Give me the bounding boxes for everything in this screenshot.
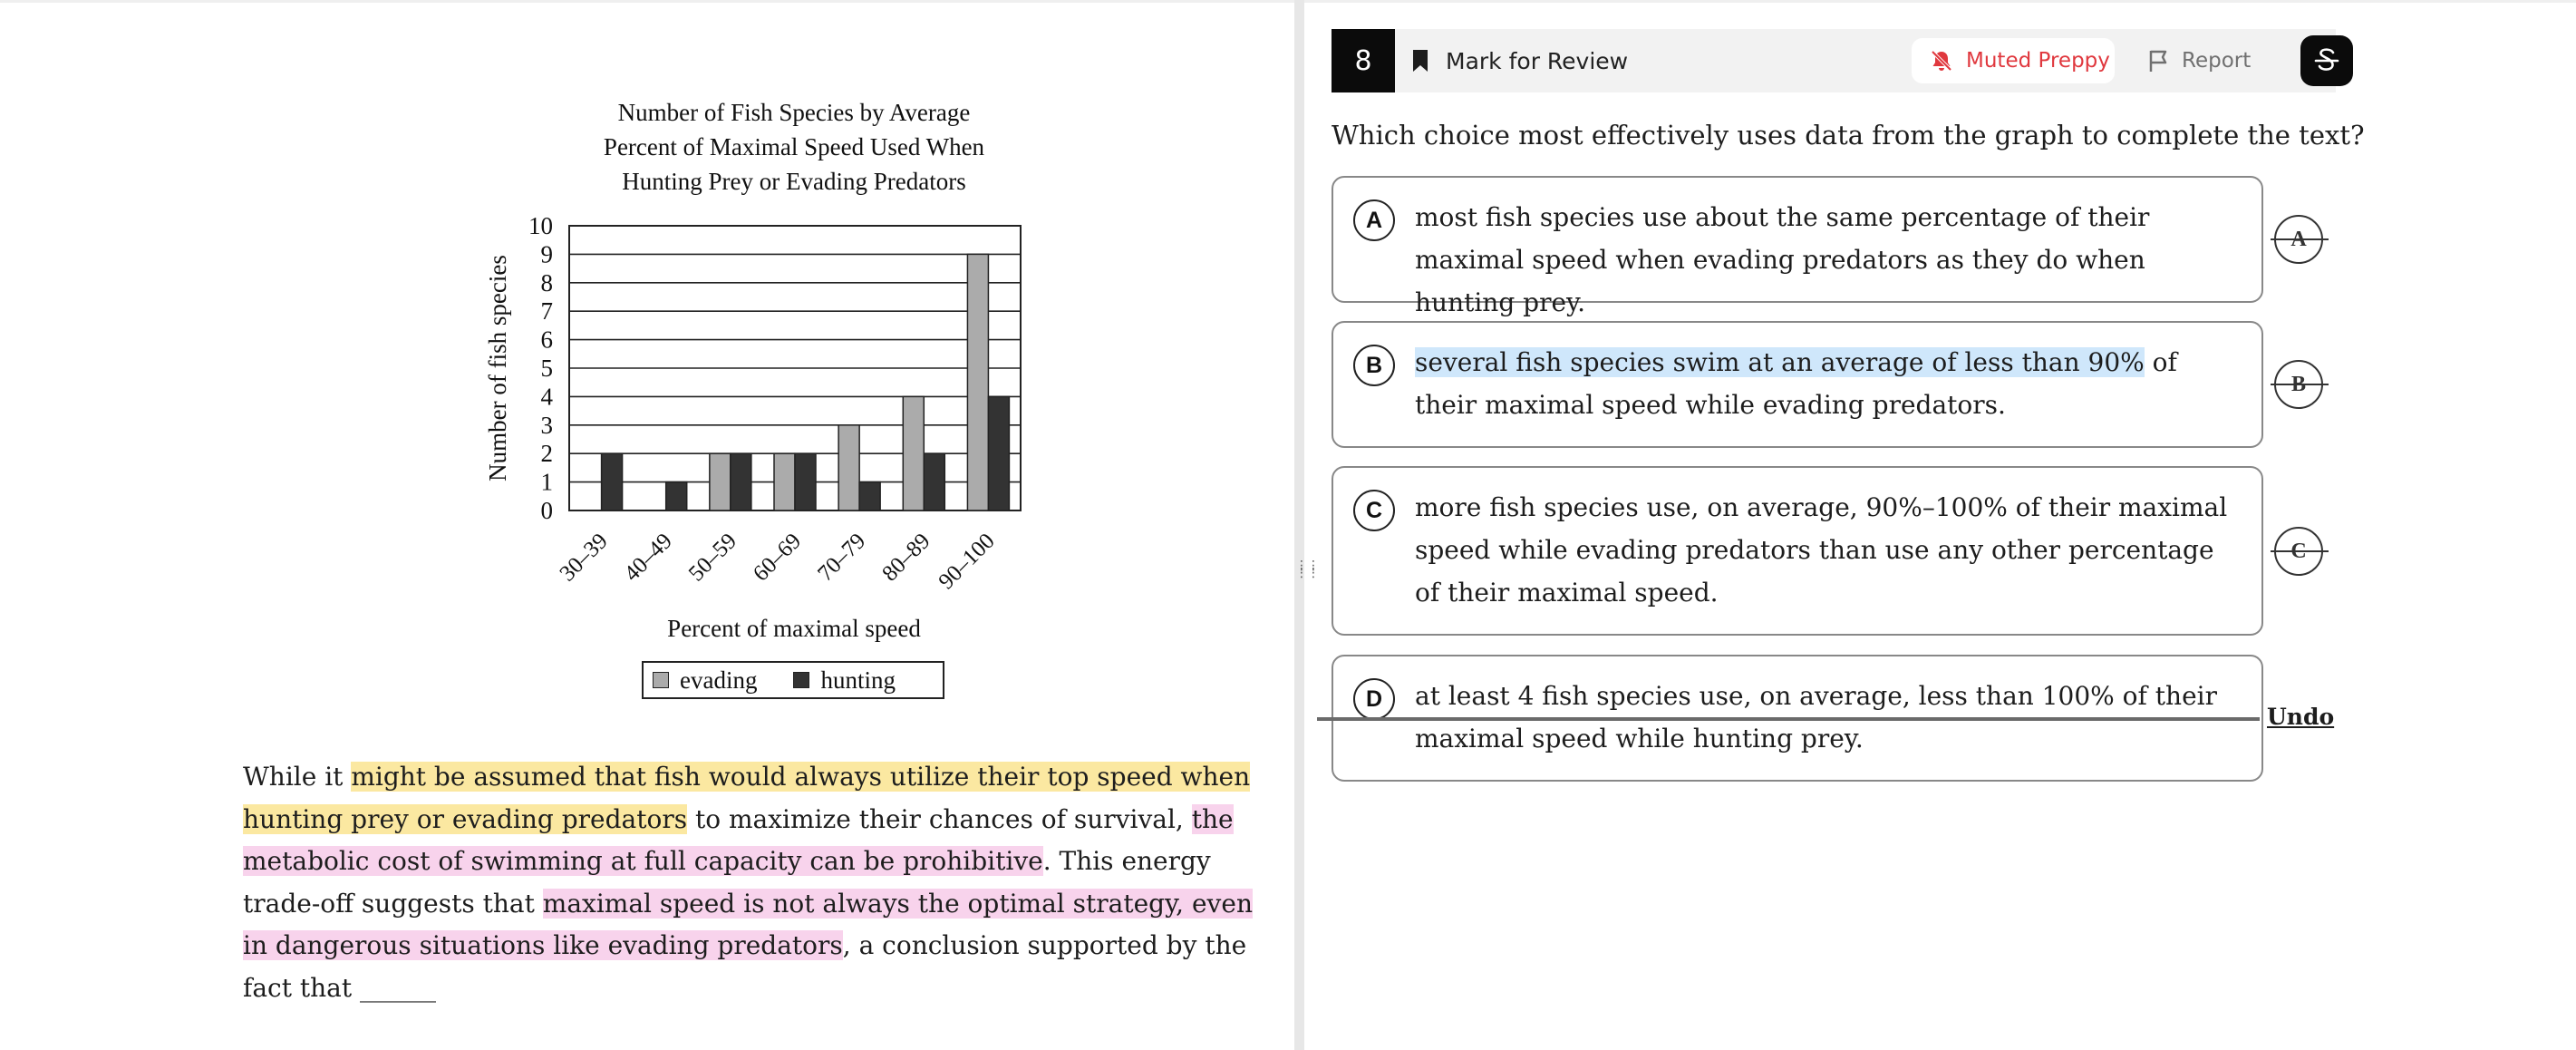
- mark-for-review-button[interactable]: Mark for Review: [1411, 44, 1628, 78]
- y-tick-label: 2: [541, 440, 554, 467]
- y-tick-label: 10: [528, 212, 553, 239]
- choice-text-c: more fish species use, on average, 90%–1…: [1415, 492, 2228, 608]
- x-tick-label: 40–49: [620, 529, 677, 586]
- choice-d-strikethrough-line: [1317, 717, 2260, 721]
- y-tick-label: 1: [541, 469, 554, 496]
- bar-evading: [773, 452, 796, 511]
- answer-choice-b[interactable]: B several fish species swim at an averag…: [1332, 321, 2263, 448]
- choice-text-a: most fish species use about the same per…: [1415, 202, 2150, 317]
- bar-hunting: [987, 395, 1011, 511]
- passage-paragraph: While it might be assumed that fish woul…: [243, 756, 1267, 1009]
- passage-text-1: While it: [243, 762, 352, 792]
- question-pane: 8 Mark for Review Muted Preppy Report Wh…: [1304, 0, 2576, 1050]
- y-tick-label: 6: [541, 326, 554, 354]
- y-tick-label: 0: [541, 497, 554, 524]
- choice-letter-d: D: [1353, 678, 1395, 720]
- undo-cross-out-button[interactable]: Undo: [2267, 704, 2334, 730]
- pane-divider[interactable]: [1294, 0, 1304, 1050]
- legend-item-hunting: hunting: [793, 666, 896, 695]
- passage-pane: Number of Fish Species by Average Percen…: [0, 0, 1294, 1050]
- x-tick-label: 50–59: [684, 529, 741, 586]
- x-tick-label: 70–79: [813, 529, 870, 586]
- answer-choice-a[interactable]: A most fish species use about the same p…: [1332, 176, 2263, 317]
- strikethrough-icon: [2314, 48, 2339, 71]
- y-tick-label: 3: [541, 412, 554, 439]
- bar-evading: [966, 253, 990, 511]
- choice-b-highlight[interactable]: several fish species swim at an average …: [1415, 347, 2145, 377]
- question-stem: Which choice most effectively uses data …: [1332, 120, 2365, 151]
- x-axis-label: Percent of maximal speed: [667, 615, 921, 642]
- legend-swatch-hunting: [793, 672, 810, 688]
- x-tick-label: 30–39: [556, 529, 613, 586]
- y-axis-label: Number of fish species: [484, 255, 511, 481]
- bar-hunting: [600, 452, 624, 511]
- bar-evading: [709, 452, 731, 511]
- bar-evading: [838, 424, 860, 511]
- question-number: 8: [1332, 29, 1395, 92]
- flag-icon: [2149, 50, 2167, 72]
- y-tick-label: 9: [541, 240, 554, 267]
- report-label: Report: [2182, 49, 2252, 73]
- bar-hunting: [730, 452, 752, 511]
- passage-text: While it might be assumed that fish woul…: [243, 756, 1267, 1009]
- legend-label-evading: evading: [680, 666, 758, 694]
- answer-choice-c[interactable]: C more fish species use, on average, 90%…: [1332, 466, 2263, 636]
- bar-hunting: [858, 481, 881, 511]
- y-tick-label: 5: [541, 355, 554, 382]
- bar-hunting: [923, 452, 946, 511]
- chart-legend: evading hunting: [642, 661, 944, 699]
- bar-chart: 012345678910 30–39 40–49 50–59 60–69 70–79 80–…: [484, 212, 1022, 642]
- bell-off-icon: [1931, 50, 1952, 72]
- cross-out-button-a[interactable]: A: [2271, 215, 2329, 264]
- bookmark-icon: [1413, 50, 1428, 72]
- choice-letter-b: B: [1353, 345, 1395, 386]
- y-tick-label: 7: [541, 297, 554, 325]
- choice-letter-a: A: [1353, 199, 1395, 241]
- x-tick-label: 60–69: [749, 529, 806, 586]
- muted-preppy-label: Muted Preppy: [1966, 49, 2110, 73]
- drag-handle-icon[interactable]: ⋮⋮ ⋮⋮: [1295, 559, 1320, 582]
- cross-out-button-c[interactable]: C: [2271, 527, 2329, 576]
- cross-out-button-b[interactable]: B: [2271, 360, 2329, 409]
- legend-item-evading: evading: [653, 666, 757, 695]
- y-tick-label: 4: [541, 383, 554, 410]
- legend-label-hunting: hunting: [820, 666, 896, 694]
- strikethrough-toggle-button[interactable]: [2300, 35, 2353, 86]
- report-button[interactable]: Report: [2147, 38, 2251, 83]
- mark-for-review-label: Mark for Review: [1446, 47, 1629, 74]
- bar-hunting: [664, 481, 688, 511]
- x-tick-label: 80–89: [877, 529, 935, 586]
- question-toolbar: 8 Mark for Review Muted Preppy Report: [1332, 29, 2353, 92]
- bar-hunting: [794, 452, 817, 511]
- y-tick-label: 8: [541, 269, 554, 297]
- muted-preppy-button[interactable]: Muted Preppy: [1912, 38, 2115, 83]
- app-window: Number of Fish Species by Average Percen…: [0, 0, 2576, 1050]
- choice-letter-c: C: [1353, 490, 1395, 531]
- choice-text-b: several fish species swim at an average …: [1415, 341, 2240, 426]
- legend-swatch-evading: [653, 672, 669, 688]
- x-tick-label: 90–100: [935, 529, 1000, 594]
- passage-text-2: to maximize their chances of survival,: [687, 803, 1192, 834]
- bar-evading: [902, 395, 925, 511]
